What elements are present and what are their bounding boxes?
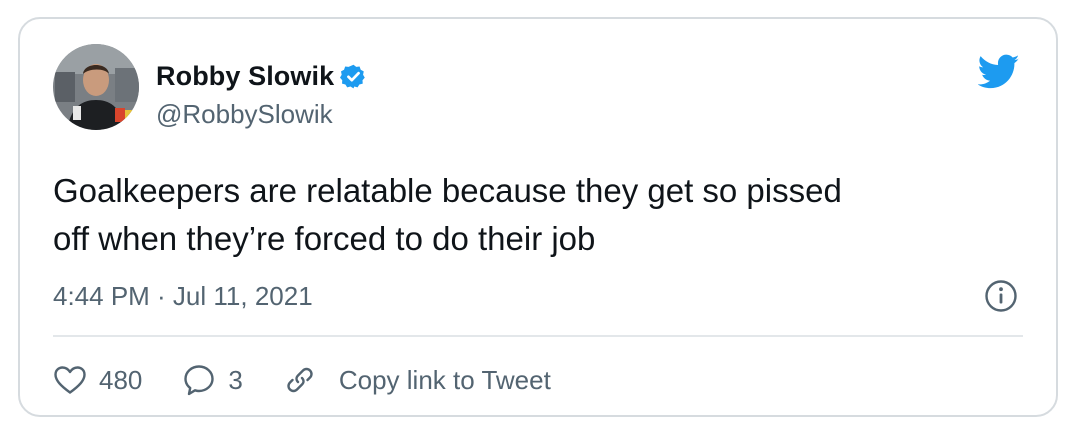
copy-link-label: Copy link to Tweet (338, 364, 551, 395)
tweet-card: Robby Slowik @RobbySlowik Goalkeepers ar… (18, 17, 1058, 417)
copy-link-button[interactable]: Copy link to Tweet (283, 363, 551, 397)
twitter-logo-icon[interactable] (977, 54, 1020, 90)
reply-button[interactable]: 3 (182, 363, 243, 397)
link-icon (283, 363, 317, 397)
tweet-text-line: off when they’re forced to do their job (53, 220, 596, 257)
reply-bubble-icon (182, 363, 216, 397)
info-icon[interactable] (984, 279, 1018, 313)
divider (53, 335, 1023, 337)
author-avatar[interactable] (53, 44, 139, 130)
author-handle[interactable]: @RobbySlowik (156, 99, 333, 130)
reply-count: 3 (228, 364, 243, 395)
tweet-text: Goalkeepers are relatable because they g… (53, 167, 1013, 263)
like-count: 480 (99, 364, 143, 395)
tweet-timestamp[interactable]: 4:44 PM · Jul 11, 2021 (53, 281, 313, 312)
author-name[interactable]: Robby Slowik (156, 61, 334, 92)
heart-icon (53, 365, 87, 395)
tweet-text-line: Goalkeepers are relatable because they g… (53, 172, 842, 209)
author-name-row[interactable]: Robby Slowik (156, 58, 367, 94)
action-bar: 480 3 Copy link to Tweet (53, 355, 551, 405)
verified-badge-icon (340, 63, 367, 90)
like-button[interactable]: 480 (53, 365, 142, 396)
